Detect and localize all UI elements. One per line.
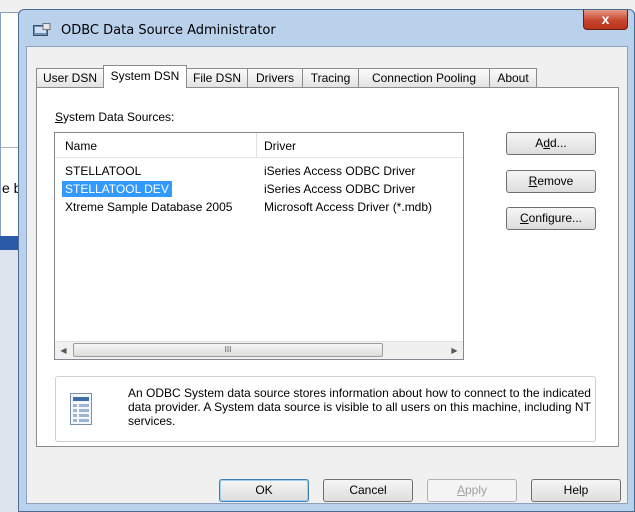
dsn-driver: Microsoft Access Driver (*.mdb): [264, 200, 433, 214]
database-document-icon: [70, 393, 92, 425]
tab-system-dsn[interactable]: System DSN: [103, 65, 187, 88]
tab-about[interactable]: About: [489, 68, 537, 87]
info-box: An ODBC System data source stores inform…: [55, 376, 596, 442]
scrollbar-thumb[interactable]: III: [73, 343, 383, 357]
scroll-right-arrow-icon[interactable]: ▶: [446, 342, 463, 359]
dsn-driver: iSeries Access ODBC Driver: [264, 164, 416, 178]
cancel-button[interactable]: Cancel: [323, 479, 413, 502]
tab-label: Connection Pooling: [371, 71, 477, 85]
list-item-selected[interactable]: STELLATOOL DEV iSeries Access ODBC Drive…: [55, 181, 463, 198]
horizontal-scrollbar[interactable]: ◀ III ▶: [55, 341, 463, 359]
tab-label: User DSN: [42, 71, 97, 85]
system-dsn-panel: System Data Sources: Name Driver STELLAT…: [36, 87, 619, 447]
label-accelerator: S: [55, 110, 64, 124]
tab-drivers[interactable]: Drivers: [247, 68, 303, 87]
list-item[interactable]: STELLATOOL iSeries Access ODBC Driver: [55, 163, 463, 180]
help-button[interactable]: Help: [531, 479, 621, 502]
tab-connection-pooling[interactable]: Connection Pooling: [358, 68, 490, 87]
dsn-driver: iSeries Access ODBC Driver: [264, 182, 416, 196]
apply-button[interactable]: Apply: [427, 479, 517, 502]
dialog-client-area: User DSN System DSN File DSN Drivers Tra…: [26, 46, 628, 504]
close-icon: x: [601, 11, 610, 27]
system-data-sources-label: System Data Sources:: [55, 110, 174, 124]
remove-button[interactable]: Remove: [506, 170, 596, 193]
data-sources-list[interactable]: Name Driver STELLATOOL iSeries Access OD…: [54, 132, 464, 360]
dsn-name: STELLATOOL DEV: [62, 181, 172, 198]
column-header-name[interactable]: Name: [58, 133, 256, 157]
list-item[interactable]: Xtreme Sample Database 2005 Microsoft Ac…: [55, 199, 463, 216]
background-bar: [0, 236, 20, 250]
tab-file-dsn[interactable]: File DSN: [186, 68, 248, 87]
column-header-driver[interactable]: Driver: [257, 133, 463, 157]
tab-tracing[interactable]: Tracing: [302, 68, 359, 87]
window-title: ODBC Data Source Administrator: [61, 23, 276, 38]
dsn-name: STELLATOOL: [65, 164, 142, 178]
tab-label: Drivers: [256, 71, 294, 85]
tab-label: About: [497, 71, 529, 85]
scroll-left-arrow-icon[interactable]: ◀: [55, 342, 72, 359]
add-button[interactable]: Add...: [506, 132, 596, 155]
dsn-name: Xtreme Sample Database 2005: [65, 200, 233, 214]
label-text: ystem Data Sources:: [63, 110, 175, 124]
title-bar[interactable]: ODBC Data Source Administrator x: [19, 10, 634, 44]
configure-button[interactable]: Configure...: [506, 207, 596, 230]
ok-button[interactable]: OK: [219, 479, 309, 502]
odbc-app-icon: [33, 23, 51, 36]
tab-label: Tracing: [310, 71, 351, 85]
info-description: An ODBC System data source stores inform…: [128, 386, 591, 428]
list-header: Name Driver: [55, 133, 463, 158]
tab-label: File DSN: [192, 71, 241, 85]
close-button[interactable]: x: [583, 10, 628, 30]
tab-label: System DSN: [110, 69, 180, 83]
odbc-dialog: ODBC Data Source Administrator x User DS…: [18, 9, 635, 512]
tab-user-dsn[interactable]: User DSN: [36, 68, 104, 87]
